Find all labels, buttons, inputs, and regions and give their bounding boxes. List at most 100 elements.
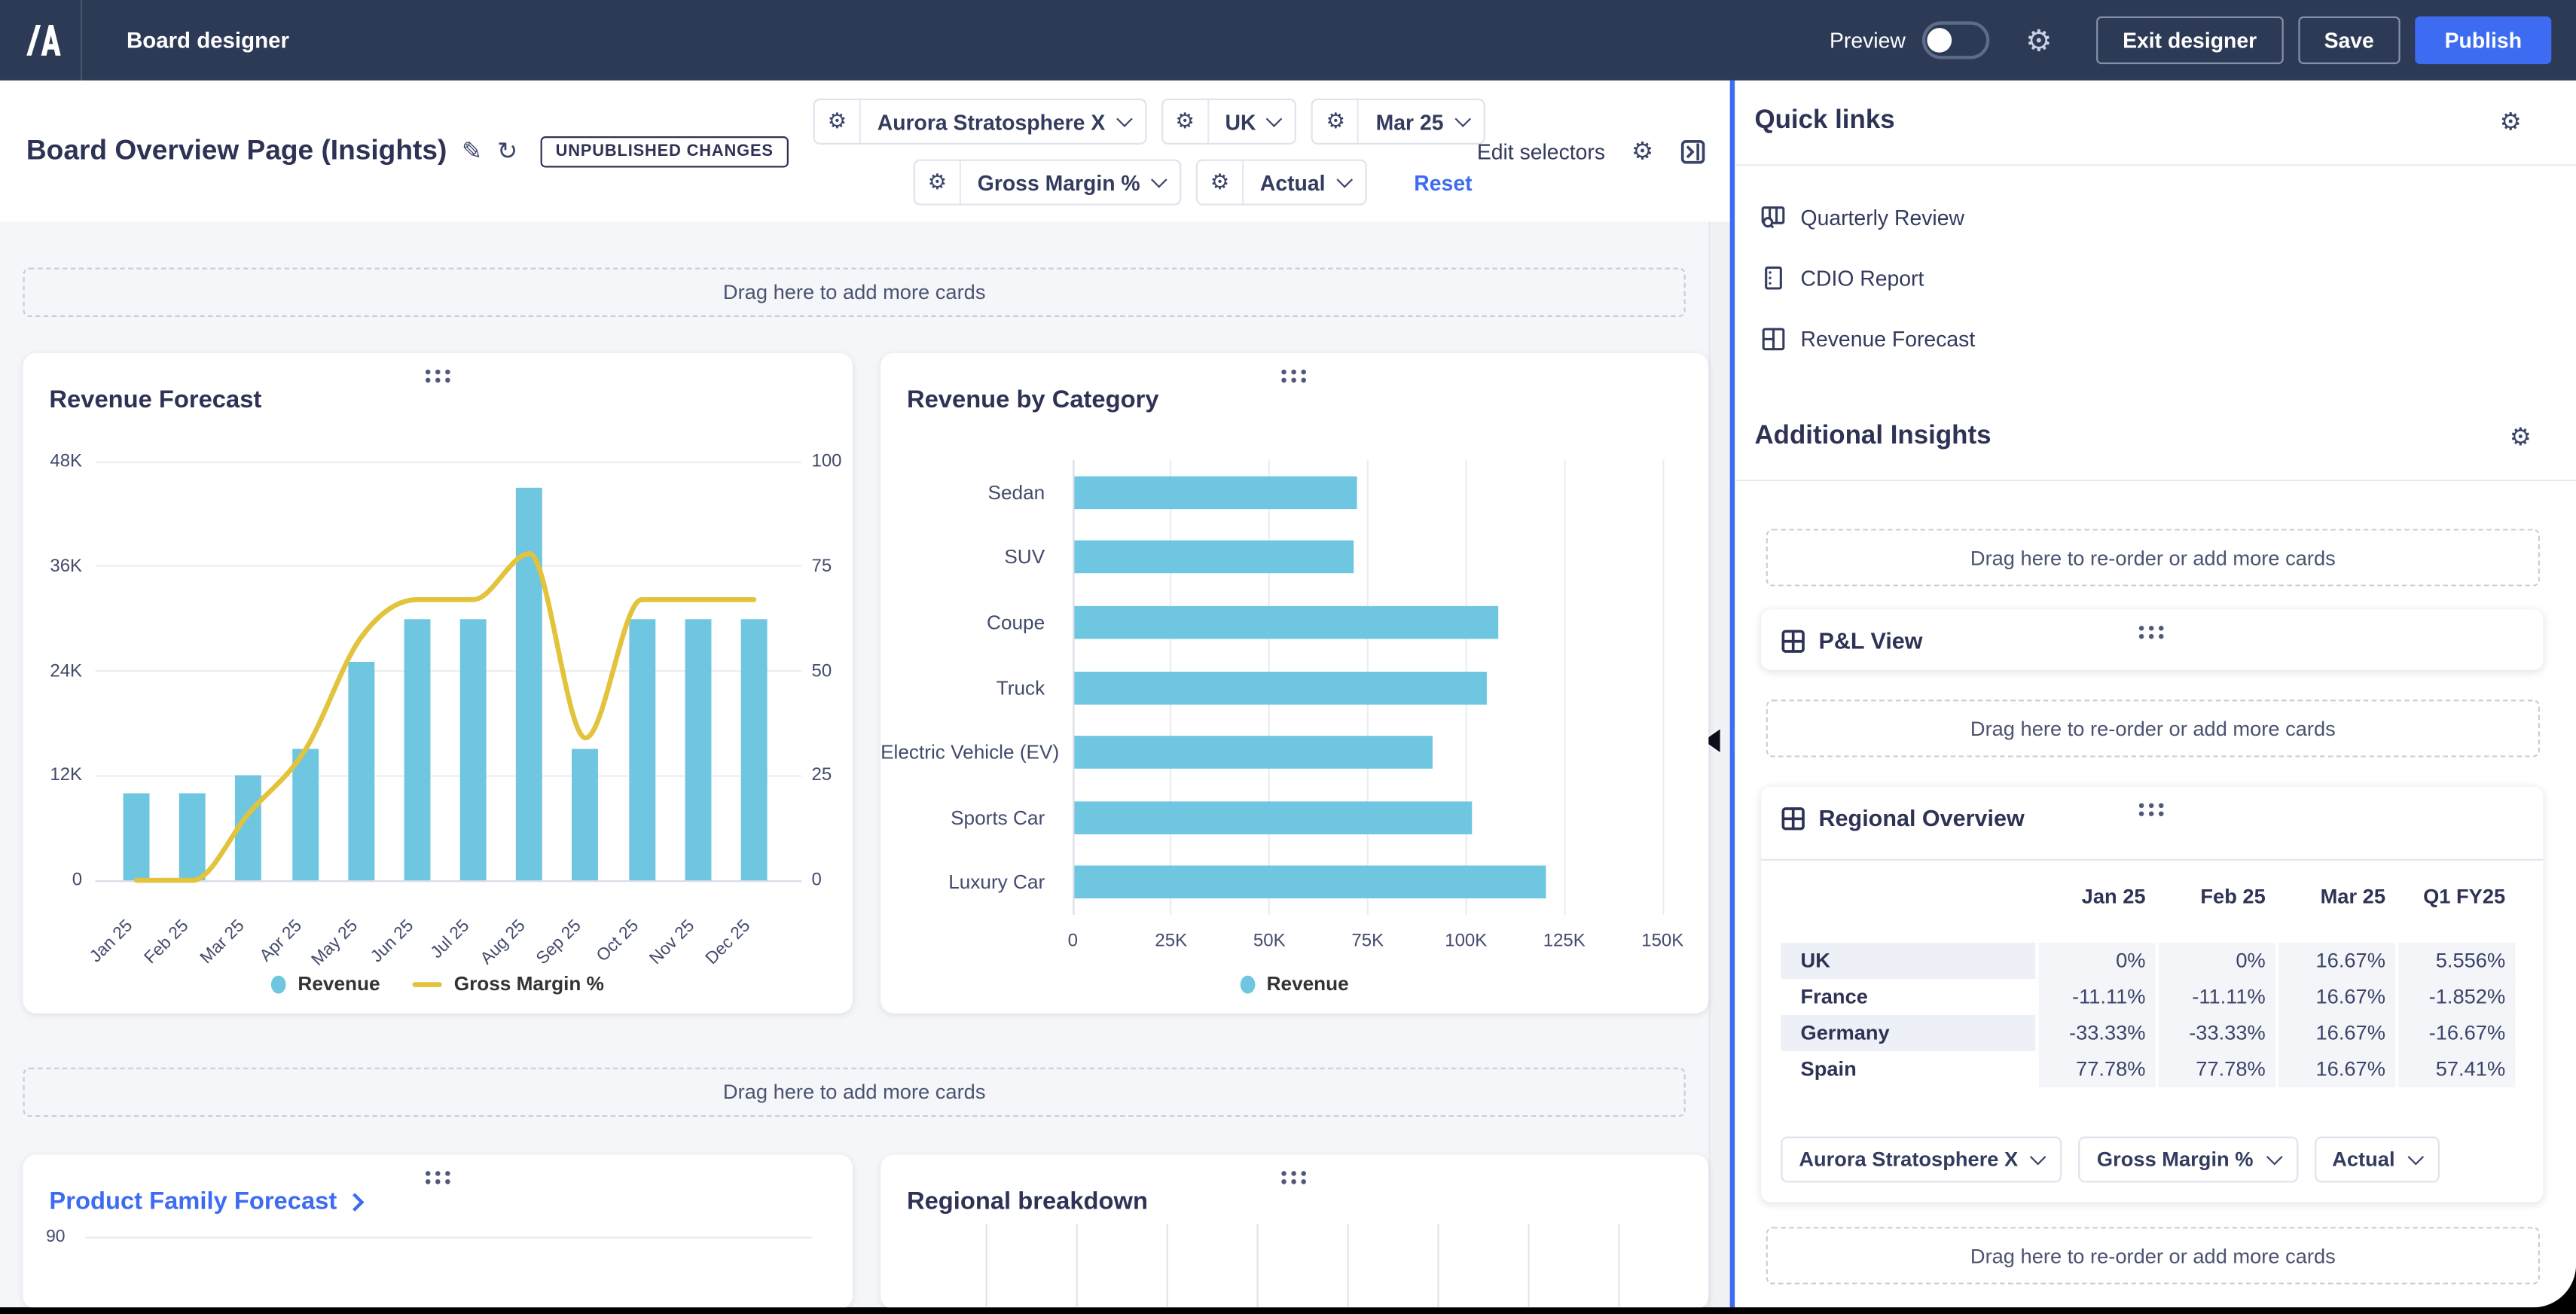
bar-Truck[interactable] [1074, 671, 1487, 704]
table-cell[interactable]: 5.556% [2395, 943, 2515, 979]
exit-designer-button[interactable]: Exit designer [2096, 17, 2283, 64]
bar-Sports Car[interactable] [1074, 801, 1471, 834]
card-selector[interactable]: Aurora Stratosphere X [1781, 1136, 2062, 1182]
gear-icon[interactable]: ⚙ [2510, 425, 2532, 450]
preview-toggle[interactable] [1922, 21, 1989, 59]
bar-Sedan[interactable] [1074, 476, 1357, 509]
gear-icon[interactable]: ⚙ [915, 161, 961, 204]
bar-Electric Vehicle (EV)[interactable] [1074, 736, 1432, 769]
table-cell[interactable]: 16.67% [2275, 979, 2395, 1015]
save-button[interactable]: Save [2298, 17, 2401, 64]
dropzone-top[interactable]: Drag here to add more cards [23, 268, 1686, 317]
table-cell[interactable]: -33.33% [2156, 1015, 2275, 1051]
top-navbar: Board designer Preview ⚙ Exit designer S… [0, 0, 2576, 81]
sidebar-dropzone-1[interactable]: Drag here to re-order or add more cards [1766, 529, 2540, 586]
table-cell[interactable]: -11.11% [2035, 979, 2155, 1015]
dropzone-middle[interactable]: Drag here to add more cards [23, 1068, 1686, 1117]
sidebar-dropzone-2[interactable]: Drag here to re-order or add more cards [1766, 700, 2540, 757]
x-axis-tick: 150K [1626, 931, 1699, 951]
table-cell[interactable]: 16.67% [2275, 1015, 2395, 1051]
table-cell[interactable]: -1.852% [2395, 979, 2515, 1015]
card-title: Revenue Forecast [49, 386, 261, 414]
drag-handle-icon[interactable] [425, 370, 430, 375]
settings-gear-icon[interactable]: ⚙ [2025, 26, 2052, 55]
gear-icon[interactable]: ⚙ [2500, 110, 2522, 135]
card-revenue-by-category[interactable]: Revenue by Category SedanSUVCoupeTruckEl… [881, 353, 1708, 1014]
table-cell[interactable]: 16.67% [2275, 1051, 2395, 1087]
card-selector[interactable]: Gross Margin % [2079, 1136, 2297, 1182]
card-pl-view[interactable]: P&L View [1761, 609, 2543, 670]
edit-pencil-icon[interactable]: ✎ [462, 139, 482, 163]
bar-Coupe[interactable] [1074, 606, 1499, 639]
row-label: UK [1781, 943, 2035, 979]
gear-icon[interactable]: ⚙ [1314, 100, 1360, 143]
selector-product[interactable]: ⚙ Aurora Stratosphere X [813, 99, 1146, 145]
collapse-panel-icon[interactable] [1680, 139, 1705, 164]
table-cell[interactable]: 0% [2156, 943, 2275, 979]
table-row-Germany[interactable]: Germany-33.33%-33.33%16.67%-16.67% [1781, 1015, 2523, 1051]
table-row-France[interactable]: France-11.11%-11.11%16.67%-1.852% [1781, 979, 2523, 1015]
app-window: Board designer Preview ⚙ Exit designer S… [0, 0, 2576, 1314]
anaplan-logo[interactable] [0, 0, 82, 81]
grid-icon [1781, 628, 1805, 653]
card-selector[interactable]: Actual [2314, 1136, 2439, 1182]
selector-month-value: Mar 25 [1376, 109, 1444, 134]
scrollbar-track[interactable] [1708, 221, 1729, 1307]
quick-link-label: Quarterly Review [1801, 206, 1964, 230]
revenue-by-category-chart [1073, 460, 1662, 915]
selector-region[interactable]: ⚙ UK [1161, 99, 1297, 145]
table-cell[interactable]: 16.67% [2275, 943, 2395, 979]
card-regional-overview[interactable]: Regional Overview Jan 25Feb 25Mar 25Q1 F… [1761, 787, 2543, 1203]
quick-link-revenue-forecast[interactable]: Revenue Forecast [1761, 327, 1975, 352]
drag-handle-icon[interactable] [425, 1171, 430, 1176]
chevron-down-icon [1454, 110, 1471, 127]
bar-Luxury Car[interactable] [1074, 866, 1546, 899]
chevron-down-icon [1151, 171, 1167, 187]
drag-handle-icon[interactable] [2139, 626, 2144, 631]
regional-overview-table[interactable]: UK0%0%16.67%5.556%France-11.11%-11.11%16… [1781, 943, 2523, 1087]
table-row-UK[interactable]: UK0%0%16.67%5.556% [1781, 943, 2523, 979]
publish-button[interactable]: Publish [2415, 17, 2551, 64]
drag-handle-icon[interactable] [2139, 803, 2144, 809]
product-family-forecast-link[interactable]: Product Family Forecast [49, 1187, 362, 1215]
title-row: Board Overview Page (Insights) ✎ ↻ UNPUB… [26, 135, 789, 168]
edit-selectors-label[interactable]: Edit selectors [1477, 139, 1605, 164]
quick-link-cdio-report[interactable]: CDIO Report [1761, 266, 1924, 291]
revenue-forecast-legend: RevenueGross Margin % [23, 972, 853, 995]
gear-icon[interactable]: ⚙ [1631, 139, 1653, 164]
table-cell[interactable]: 77.78% [2035, 1051, 2155, 1087]
table-cell[interactable]: 57.41% [2395, 1051, 2515, 1087]
gear-icon[interactable]: ⚙ [1163, 100, 1209, 143]
card-revenue-forecast[interactable]: Revenue Forecast 0012K2524K5036K7548K100… [23, 353, 853, 1014]
table-row-Spain[interactable]: Spain77.78%77.78%16.67%57.41% [1781, 1051, 2523, 1087]
gross-margin-line [23, 462, 853, 880]
card-regional-breakdown[interactable]: Regional breakdown [881, 1154, 1708, 1307]
drag-handle-icon[interactable] [1281, 370, 1286, 375]
bar-SUV[interactable] [1074, 541, 1354, 574]
selector-version[interactable]: ⚙ Actual [1196, 160, 1366, 206]
edit-selectors-group: Edit selectors ⚙ [1477, 139, 1705, 164]
chevron-down-icon [1336, 171, 1353, 187]
legend-label: Revenue [298, 972, 380, 995]
row-label: Germany [1781, 1015, 2035, 1051]
quick-link-quarterly-review[interactable]: Quarterly Review [1761, 206, 1964, 230]
table-cell[interactable]: 0% [2035, 943, 2155, 979]
gear-icon[interactable]: ⚙ [815, 100, 861, 143]
chevron-down-icon [2407, 1148, 2424, 1165]
gear-icon[interactable]: ⚙ [1198, 161, 1244, 204]
table-cell[interactable]: -33.33% [2035, 1015, 2155, 1051]
table-cell[interactable]: -16.67% [2395, 1015, 2515, 1051]
reset-link[interactable]: Reset [1414, 170, 1472, 195]
page: Board designer Preview ⚙ Exit designer S… [0, 0, 2576, 1307]
table-cell[interactable]: 77.78% [2156, 1051, 2275, 1087]
card-product-family-forecast[interactable]: Product Family Forecast 90 [23, 1154, 853, 1307]
gridline [1257, 1224, 1259, 1307]
category-label: Luxury Car [881, 870, 1045, 894]
divider [1761, 859, 2543, 861]
table-cell[interactable]: -11.11% [2156, 979, 2275, 1015]
selector-month[interactable]: ⚙ Mar 25 [1312, 99, 1485, 145]
selector-metric[interactable]: ⚙ Gross Margin % [914, 160, 1181, 206]
sidebar-dropzone-3[interactable]: Drag here to re-order or add more cards [1766, 1227, 2540, 1284]
sync-icon[interactable]: ↻ [497, 139, 517, 163]
drag-handle-icon[interactable] [1281, 1171, 1286, 1176]
